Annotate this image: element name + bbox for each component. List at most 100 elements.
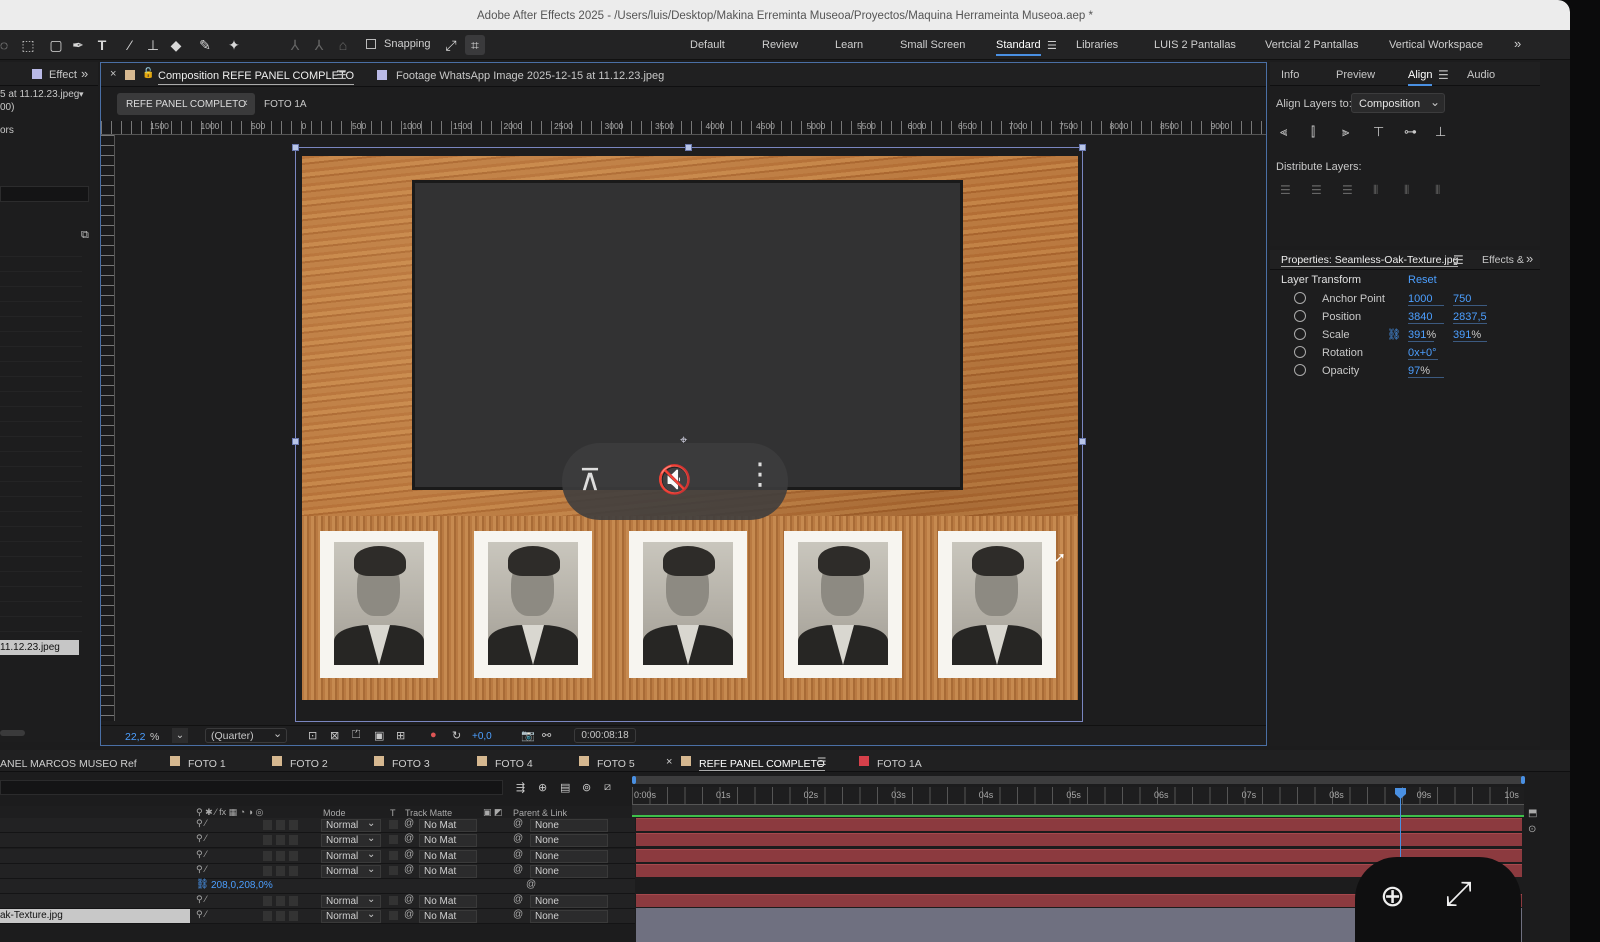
comp-button-icon[interactable]: ⊙ [1528, 824, 1536, 835]
lasso-icon[interactable]: ◌ [0, 35, 14, 55]
timeline-tab-foto-1a[interactable]: FOTO 1A [877, 758, 922, 770]
preserve-transparency-checkbox[interactable] [389, 850, 398, 860]
axis-view-icon[interactable]: ⌂ [333, 35, 353, 55]
matte-link-icon[interactable]: @ [404, 909, 414, 920]
align-menu-icon[interactable]: ☰ [1438, 68, 1449, 82]
effect-controls-tab[interactable]: Effect [49, 69, 77, 81]
layer-switches[interactable]: ⚲ ⁄ [196, 833, 207, 844]
distribute-right-icon[interactable]: ⦀ [1435, 183, 1440, 198]
timeline-tab-foto-1[interactable]: FOTO 1 [188, 758, 226, 770]
stopwatch-icon[interactable] [1294, 292, 1306, 304]
fullscreen-expand-icon[interactable]: ⤢ [1445, 875, 1472, 914]
scale-property-value[interactable]: 208,0,208,0% [211, 880, 273, 891]
layer-switches[interactable]: ⚲ ⁄ [196, 894, 207, 905]
matte-link-icon[interactable]: @ [404, 864, 414, 875]
close-tab-icon[interactable]: × [110, 68, 116, 80]
flowchart-icon[interactable]: ⧉ [81, 229, 89, 242]
rotation-field[interactable]: 0x+0° [1408, 347, 1438, 360]
align-vertical-center-icon[interactable]: ⊶ [1404, 124, 1417, 140]
layer-switch-boxes[interactable] [263, 835, 301, 846]
workspace-standard[interactable]: Standard [996, 39, 1041, 56]
tab-audio[interactable]: Audio [1467, 69, 1495, 81]
workspace-review[interactable]: Review [762, 39, 798, 51]
pick-whip-icon[interactable]: @ [513, 894, 523, 905]
expression-pick-whip-icon[interactable]: @ [526, 879, 536, 890]
align-to-dropdown[interactable]: Composition ⌄ [1351, 93, 1445, 113]
track-matte-dropdown[interactable]: No Mat [419, 819, 477, 832]
matte-link-icon[interactable]: @ [404, 894, 414, 905]
frame-blending-icon[interactable]: ⊚ [582, 781, 591, 794]
pick-whip-icon[interactable]: @ [513, 909, 523, 920]
align-bottom-icon[interactable]: ⊥ [1435, 124, 1446, 140]
stopwatch-icon[interactable] [1294, 346, 1306, 358]
parent-dropdown[interactable]: None [530, 834, 608, 848]
matte-link-icon[interactable]: @ [404, 849, 414, 860]
axis-local-icon[interactable]: ⅄ [285, 35, 305, 55]
layer-row[interactable]: ⚲ ⁄ Normal ⌄ @ No Mat @ None [0, 833, 635, 849]
scale-x-field[interactable]: 391% [1408, 329, 1436, 342]
layer-name-selected[interactable]: ak-Texture.jpg [0, 909, 190, 923]
photo-frame-5[interactable] [938, 531, 1056, 678]
fast-previews-icon[interactable]: ⊡ [308, 729, 317, 742]
parent-dropdown[interactable]: None [530, 849, 608, 863]
stopwatch-icon[interactable] [1294, 328, 1306, 340]
layer-switches[interactable]: ⚲ ⁄ [196, 864, 207, 875]
parent-dropdown[interactable]: None [530, 895, 608, 908]
horizontal-ruler[interactable]: 1500 1000 500 0 500 1000 1500 2000 2500 3000 3500 4… [101, 121, 1266, 135]
mute-icon[interactable]: 🔇 [657, 463, 692, 496]
preserve-transparency-checkbox[interactable] [389, 820, 398, 829]
preserve-transparency-checkbox[interactable] [389, 896, 398, 905]
parent-dropdown[interactable]: None [530, 819, 608, 832]
anchor-x-value[interactable]: 1000 [1408, 293, 1444, 306]
selection-area-icon[interactable]: ⬚ [18, 35, 38, 55]
track-matte-dropdown[interactable]: No Mat [419, 864, 477, 878]
layer-switches[interactable]: ⚲ ⁄ [196, 818, 207, 829]
comp-tab-menu-icon[interactable]: ☰ [336, 68, 347, 82]
layer-switch-boxes[interactable] [263, 911, 301, 922]
snapshot-camera-icon[interactable]: 📷 [521, 729, 535, 742]
track-matte-dropdown[interactable]: No Mat [419, 849, 477, 863]
pick-whip-icon[interactable]: @ [513, 849, 523, 860]
snap-options-icon[interactable]: ⤢ [441, 35, 461, 55]
distribute-hcenter-icon[interactable]: ⦀ [1404, 183, 1409, 198]
zoom-dropdown[interactable]: ⌄ [172, 728, 188, 743]
track-matte-dropdown[interactable]: No Mat [419, 895, 477, 908]
work-area-start-handle[interactable] [632, 776, 636, 784]
workspace-vertcial-2-pantallas[interactable]: Vertcial 2 Pantallas [1265, 39, 1359, 51]
brush-tool-icon[interactable]: ⁄ [120, 35, 140, 55]
region-of-interest-icon[interactable]: ▣ [374, 729, 384, 742]
transform-handle[interactable] [292, 438, 299, 445]
workspace-luis-2-pantallas[interactable]: LUIS 2 Pantallas [1154, 39, 1236, 51]
distribute-top-icon[interactable]: ☰ [1280, 183, 1291, 197]
reset-transform-link[interactable]: Reset [1408, 274, 1437, 286]
pick-whip-icon[interactable]: @ [513, 818, 523, 829]
timeline-tab-foto-5[interactable]: FOTO 5 [597, 758, 635, 770]
stopwatch-icon[interactable] [1294, 364, 1306, 376]
rectangle-tool-icon[interactable]: ▢ [46, 35, 66, 55]
work-area-end-handle[interactable] [1521, 776, 1525, 784]
grid-guides-icon[interactable]: ⊞ [396, 729, 405, 742]
snap-toggle-icon[interactable]: ⌗ [465, 35, 485, 55]
timeline-tab-foto-3[interactable]: FOTO 3 [392, 758, 430, 770]
graph-editor-icon[interactable]: ⧄ [604, 781, 611, 794]
layer-switch-boxes[interactable] [263, 865, 301, 876]
align-top-icon[interactable]: ⊤ [1373, 124, 1384, 140]
vertical-ruler[interactable] [101, 135, 115, 721]
opacity-field[interactable]: 97% [1408, 365, 1444, 378]
layer-switches[interactable]: ⚲ ⁄ [196, 849, 207, 860]
photo-frame-1[interactable] [320, 531, 438, 678]
position-x-value[interactable]: 3840 [1408, 311, 1444, 324]
matte-link-icon[interactable]: @ [404, 833, 414, 844]
clone-stamp-icon[interactable]: ⊥ [143, 35, 163, 55]
composition-flowchart-icon[interactable]: ⇶ [516, 781, 525, 794]
breadcrumb-next[interactable]: FOTO 1A [264, 99, 307, 110]
preserve-transparency-checkbox[interactable] [389, 865, 398, 875]
workspace-menu-icon[interactable]: ☰ [1047, 39, 1057, 52]
layer-duration-bar[interactable] [636, 833, 1522, 847]
layer-row[interactable]: ⚲ ⁄ Normal ⌄ @ No Mat @ None [0, 894, 635, 909]
preserve-transparency-checkbox[interactable] [389, 835, 398, 845]
preserve-transparency-checkbox[interactable] [389, 911, 398, 921]
properties-title[interactable]: Properties: Seamless-Oak-Texture.jpg [1281, 254, 1459, 267]
layer-switch-boxes[interactable] [263, 896, 301, 906]
transform-handle[interactable] [292, 144, 299, 151]
